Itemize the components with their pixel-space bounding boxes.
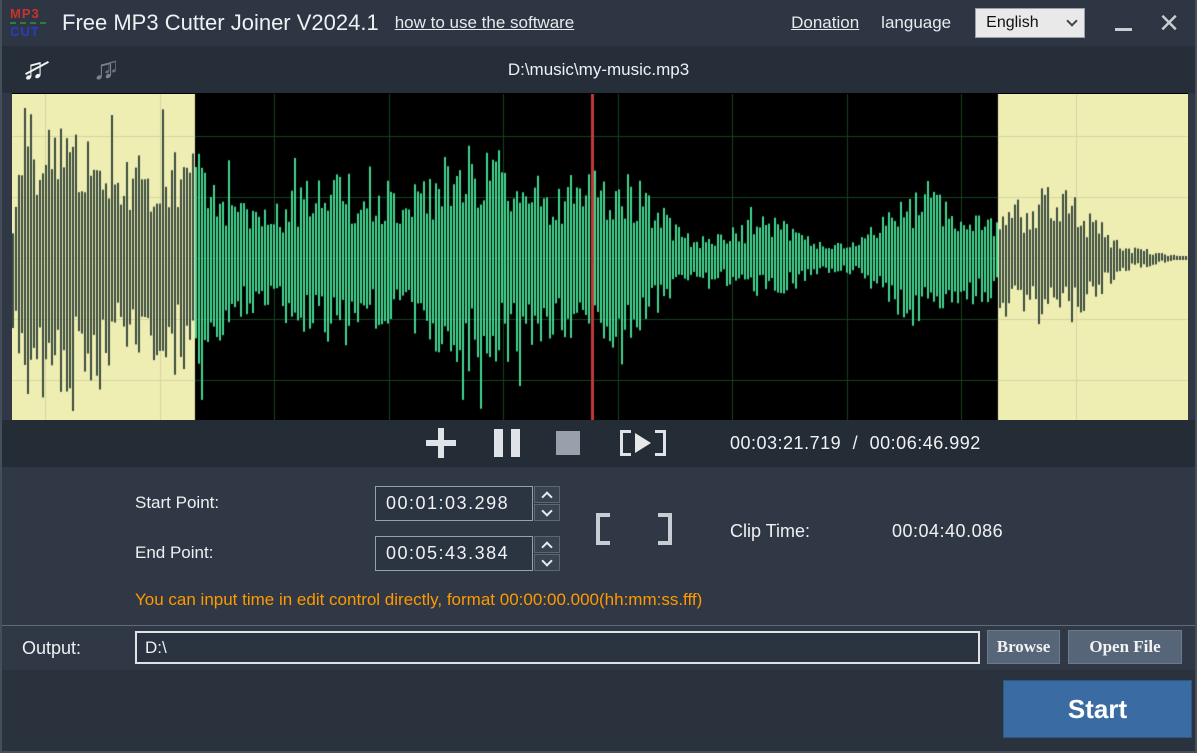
end-spin-up-button[interactable] xyxy=(534,536,560,553)
chevron-up-icon xyxy=(541,541,552,552)
time-display: 00:03:21.719 / 00:06:46.992 xyxy=(730,420,987,467)
language-selected-value: English xyxy=(986,14,1038,32)
app-title: Free MP3 Cutter Joiner V2024.1 xyxy=(62,10,379,36)
how-to-use-link[interactable]: how to use the software xyxy=(395,13,575,33)
output-label: Output: xyxy=(22,638,81,659)
app-logo-icon: MP3 CUT xyxy=(10,3,52,43)
chevron-up-icon xyxy=(541,491,552,502)
play-right-bracket-icon xyxy=(655,430,666,456)
close-button[interactable]: × xyxy=(1159,8,1179,38)
donation-link[interactable]: Donation xyxy=(791,13,859,33)
start-button[interactable]: Start xyxy=(1003,680,1192,738)
minimize-button[interactable] xyxy=(1111,8,1137,38)
time-format-hint: You can input time in edit control direc… xyxy=(135,590,702,610)
start-spin-up-button[interactable] xyxy=(534,486,560,503)
current-time: 00:03:21.719 xyxy=(730,433,841,453)
logo-cut-text: CUT xyxy=(10,26,40,38)
time-separator: / xyxy=(853,433,859,453)
scissors-icon xyxy=(25,61,49,75)
title-bar: MP3 CUT Free MP3 Cutter Joiner V2024.1 h… xyxy=(2,0,1195,46)
joiner-mode-icon[interactable]: ♫♫ xyxy=(93,55,116,85)
waveform-canvas[interactable] xyxy=(12,94,1188,420)
end-point-spinner xyxy=(534,536,560,571)
loaded-file-path: D:\music\my-music.mp3 xyxy=(2,46,1195,93)
end-point-label: End Point: xyxy=(135,543,213,563)
open-file-button[interactable]: Open File xyxy=(1068,630,1182,664)
output-path-input[interactable] xyxy=(135,631,980,664)
start-point-spinner xyxy=(534,486,560,521)
start-spin-down-button[interactable] xyxy=(534,504,560,521)
start-point-input[interactable] xyxy=(375,486,533,521)
play-selection-button[interactable] xyxy=(620,429,666,457)
pause-button[interactable] xyxy=(494,429,520,457)
clip-time-value: 00:04:40.086 xyxy=(892,521,1003,542)
joiner-second-note-icon: ♫ xyxy=(103,51,120,81)
total-time: 00:06:46.992 xyxy=(870,433,981,453)
bottom-bar: Start xyxy=(2,670,1195,751)
play-left-bracket-icon xyxy=(620,430,631,456)
end-point-input[interactable] xyxy=(375,536,533,571)
browse-button[interactable]: Browse xyxy=(987,630,1060,664)
app-window: MP3 CUT Free MP3 Cutter Joiner V2024.1 h… xyxy=(0,0,1197,753)
clip-panel: Start Point: End Point: Clip Time: 00:04… xyxy=(2,467,1195,625)
language-select[interactable]: English xyxy=(975,8,1085,38)
start-point-label: Start Point: xyxy=(135,493,219,513)
output-row: Output: Browse Open File xyxy=(2,625,1195,670)
end-spin-down-button[interactable] xyxy=(534,554,560,571)
chevron-down-icon xyxy=(541,505,552,516)
clip-time-label: Clip Time: xyxy=(730,521,810,542)
transport-bar: 00:03:21.719 / 00:06:46.992 xyxy=(2,420,1195,467)
waveform-panel xyxy=(12,93,1188,420)
play-icon xyxy=(635,433,651,453)
logo-mp3-text: MP3 xyxy=(10,8,40,20)
language-label: language xyxy=(881,13,951,33)
stop-button[interactable] xyxy=(556,431,580,455)
set-start-bracket-button[interactable] xyxy=(596,513,610,545)
mode-toolbar: ♫ ♫♫ D:\music\my-music.mp3 xyxy=(2,46,1195,93)
add-marker-button[interactable] xyxy=(426,428,456,458)
set-end-bracket-button[interactable] xyxy=(658,513,672,545)
chevron-down-icon xyxy=(1066,15,1077,26)
cutter-mode-icon[interactable]: ♫ xyxy=(22,55,45,85)
chevron-down-icon xyxy=(541,555,552,566)
